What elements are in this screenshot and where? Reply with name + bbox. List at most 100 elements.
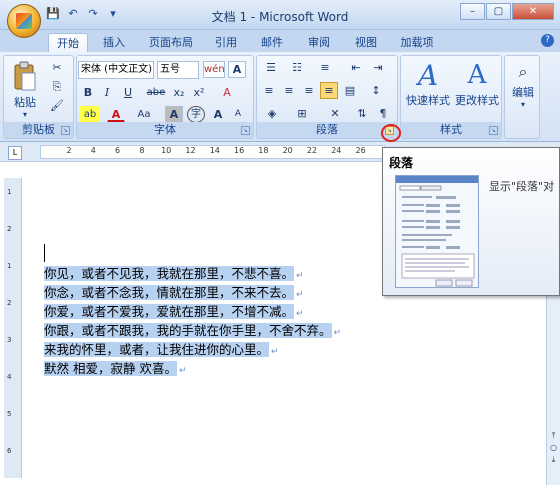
- help-icon[interactable]: ?: [541, 34, 554, 47]
- maximize-button[interactable]: ▢: [486, 3, 511, 20]
- editing-group: ⌕ 编辑 ▾: [504, 55, 540, 139]
- quick-styles-button[interactable]: A 快速样式: [405, 58, 451, 108]
- browse-object-icon[interactable]: ○: [547, 442, 560, 454]
- ruler-tick-label: 10: [161, 146, 172, 155]
- grow-font-button[interactable]: A: [209, 106, 227, 123]
- document-line[interactable]: 默然 相爱，寂静 欢喜。 ↵: [44, 359, 341, 378]
- document-text[interactable]: 你见，或者不见我，我就在那里，不悲不喜。 ↵ 你念，或者不念我，情就在那里，不来不去…: [44, 264, 341, 378]
- tab-addins[interactable]: 加载项: [394, 33, 440, 52]
- dialog-launcher-icon[interactable]: ↘: [61, 126, 70, 135]
- next-page-icon[interactable]: ⤓: [547, 454, 560, 466]
- chinese-layout-icon[interactable]: ✕: [321, 105, 349, 122]
- bold-button[interactable]: B: [80, 84, 96, 101]
- borders-icon[interactable]: ⊞: [290, 105, 314, 122]
- ruler-tick-label: 12: [185, 146, 196, 155]
- vruler-tick-label: 6: [7, 447, 12, 455]
- document-line[interactable]: 你见，或者不见我，我就在那里，不悲不喜。 ↵: [44, 264, 341, 283]
- dialog-launcher-icon[interactable]: ↘: [241, 126, 250, 135]
- tab-insert[interactable]: 插入: [96, 33, 132, 52]
- increase-indent-icon[interactable]: ⇥: [368, 59, 388, 76]
- tab-selector-button[interactable]: L: [8, 146, 22, 160]
- italic-button[interactable]: I: [99, 84, 115, 101]
- styles-group: A 快速样式 A 更改样式 样式 ↘: [400, 55, 502, 139]
- format-painter-icon[interactable]: 🖌: [48, 97, 66, 114]
- selected-text: 你爱，或者不爱我，爱就在那里，不增不减。: [44, 304, 295, 319]
- strikethrough-button[interactable]: abe: [145, 84, 167, 101]
- subscript-button[interactable]: x₂: [170, 84, 188, 101]
- clear-formatting-button[interactable]: A: [217, 84, 237, 101]
- char-border-button[interactable]: A: [228, 61, 246, 78]
- paste-icon: [12, 60, 38, 94]
- paste-button[interactable]: 粘贴 ▾: [8, 60, 42, 119]
- tooltip-title: 段落: [389, 156, 414, 170]
- office-logo-icon: [16, 13, 32, 29]
- underline-button[interactable]: U: [118, 84, 138, 101]
- paragraph-dialog-thumbnail: [395, 175, 479, 288]
- tab-references[interactable]: 引用: [208, 33, 244, 52]
- prev-page-icon[interactable]: ⤒: [547, 430, 560, 442]
- superscript-button[interactable]: x²: [190, 84, 208, 101]
- close-button[interactable]: ✕: [512, 3, 554, 20]
- ruler-tick-label: 20: [282, 146, 293, 155]
- align-left-icon[interactable]: ≡: [260, 82, 278, 99]
- office-button[interactable]: [7, 4, 41, 38]
- tab-home[interactable]: 开始: [48, 33, 88, 52]
- font-name-select[interactable]: 宋体 (中文正文): [78, 61, 154, 79]
- change-styles-button[interactable]: A 更改样式: [453, 58, 501, 108]
- vruler-tick-label: 1: [7, 188, 12, 196]
- enclose-char-button[interactable]: 字: [187, 106, 205, 123]
- paragraph-group-label: 段落: [257, 122, 397, 138]
- copy-icon[interactable]: ⎘: [48, 78, 66, 95]
- align-center-icon[interactable]: ≡: [280, 82, 298, 99]
- tab-mailings[interactable]: 邮件: [254, 33, 290, 52]
- justify-icon[interactable]: ≡: [320, 82, 338, 99]
- bullets-icon[interactable]: ☰: [260, 59, 282, 76]
- document-line[interactable]: 来我的怀里，或者，让我住进你的心里。 ↵: [44, 340, 341, 359]
- ruler-tick-label: 8: [139, 146, 145, 155]
- styles-group-label: 样式: [401, 122, 501, 138]
- tab-review[interactable]: 审阅: [301, 33, 337, 52]
- vertical-ruler: 1 2 1 2 3 4 5 6: [4, 178, 22, 478]
- window-controls: – ▢ ✕: [460, 3, 554, 20]
- sort-icon[interactable]: ⇅: [353, 105, 371, 122]
- document-line[interactable]: 你跟，或者不跟我，我的手就在你手里，不舍不弃。 ↵: [44, 321, 341, 340]
- text-cursor: [44, 244, 45, 262]
- multilevel-list-icon[interactable]: ≡: [312, 59, 338, 76]
- vertical-scrollbar[interactable]: ⤒ ○ ⤓: [546, 292, 560, 485]
- decrease-indent-icon[interactable]: ⇤: [346, 59, 366, 76]
- change-case-button[interactable]: Aa: [133, 106, 155, 123]
- cut-icon[interactable]: ✂: [48, 59, 66, 76]
- vruler-tick-label: 3: [7, 336, 12, 344]
- ribbon-tabs: 开始 插入 页面布局 引用 邮件 审阅 视图 加载项 ?: [0, 30, 560, 52]
- font-group-label: 字体: [77, 122, 253, 138]
- ruler-tick-label: 4: [90, 146, 96, 155]
- char-shading-button[interactable]: A: [165, 106, 183, 123]
- minimize-button[interactable]: –: [460, 3, 485, 20]
- vruler-tick-label: 4: [7, 373, 12, 381]
- shrink-font-button[interactable]: A: [229, 106, 247, 123]
- show-marks-icon[interactable]: ¶: [375, 105, 391, 122]
- paragraph-mark-icon: ↵: [333, 328, 342, 338]
- font-size-select[interactable]: 五号: [157, 61, 199, 79]
- document-line[interactable]: 你念，或者不念我，情就在那里，不来不去。 ↵: [44, 283, 341, 302]
- tab-view[interactable]: 视图: [348, 33, 384, 52]
- selected-text: 默然 相爱，寂静 欢喜。: [44, 361, 177, 376]
- highlight-button[interactable]: ab: [80, 106, 100, 123]
- ruler-tick-label: 24: [331, 146, 342, 155]
- chevron-down-icon: ▾: [520, 100, 525, 109]
- distributed-icon[interactable]: ▤: [341, 82, 359, 99]
- change-styles-icon: A: [467, 60, 487, 90]
- shading-icon[interactable]: ◈: [260, 105, 284, 122]
- document-line[interactable]: 你爱，或者不爱我，爱就在那里，不增不减。 ↵: [44, 302, 341, 321]
- ruler-tick-label: 22: [306, 146, 318, 155]
- phonetic-guide-button[interactable]: wén: [203, 61, 225, 78]
- dialog-launcher-icon[interactable]: ↘: [489, 126, 498, 135]
- line-spacing-icon[interactable]: ↕: [365, 82, 387, 99]
- font-color-button[interactable]: A: [107, 106, 125, 123]
- editing-button[interactable]: ⌕ 编辑 ▾: [506, 60, 540, 109]
- numbering-icon[interactable]: ☷: [286, 59, 308, 76]
- align-right-icon[interactable]: ≡: [300, 82, 318, 99]
- tab-page-layout[interactable]: 页面布局: [143, 33, 199, 52]
- ruler-tick-label: 18: [258, 146, 269, 155]
- horizontal-ruler[interactable]: 2 4 6 8 10 12 14 16 18 20 22 24 26: [40, 145, 385, 159]
